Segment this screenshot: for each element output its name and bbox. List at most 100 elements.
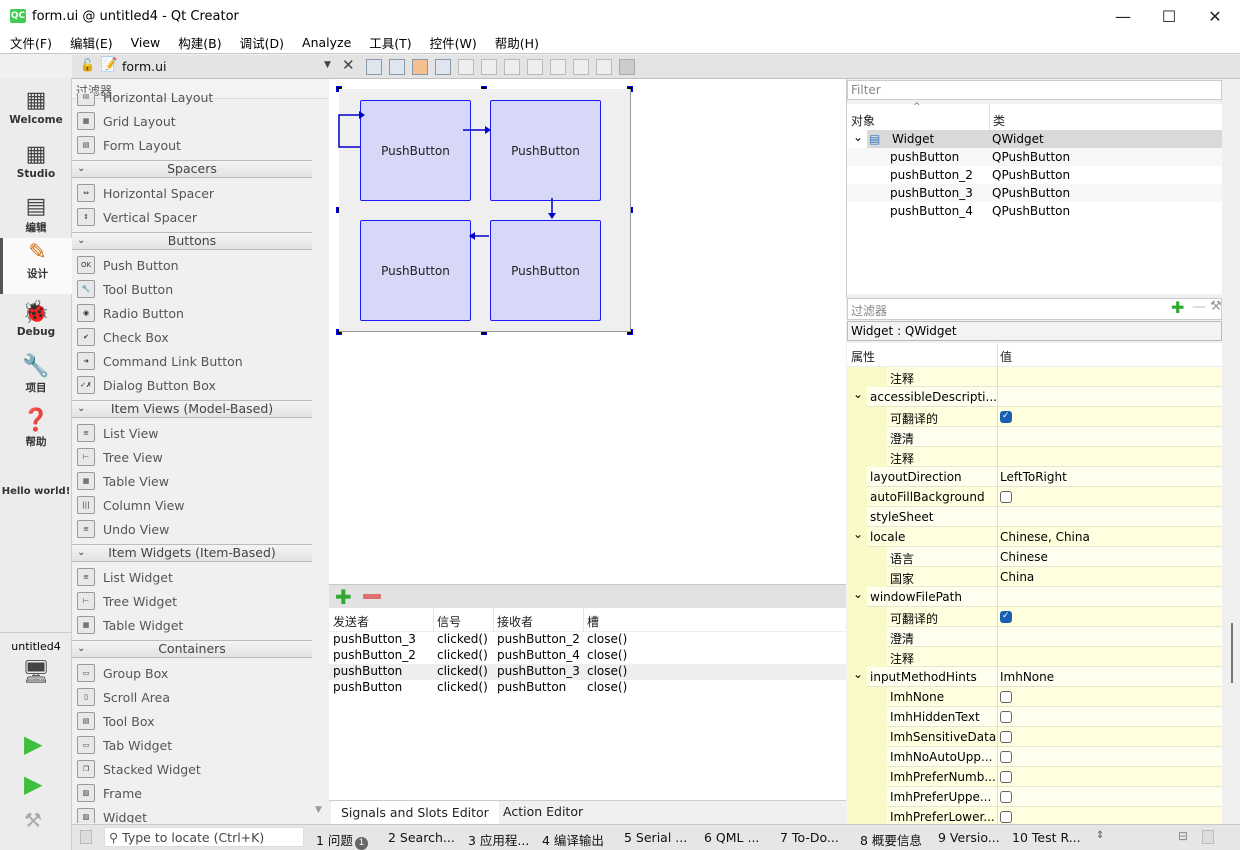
- menu-item[interactable]: 帮助(H): [485, 33, 547, 52]
- menu-item[interactable]: 构建(B): [168, 33, 229, 52]
- property-row[interactable]: ⌄ accessibleDescripti...: [847, 387, 1222, 407]
- object-row[interactable]: pushButton_2 QPushButton: [847, 166, 1222, 184]
- property-value[interactable]: Chinese, China: [1000, 530, 1090, 544]
- kit-selector-monitor-icon[interactable]: 🖥: [22, 660, 50, 685]
- remove-connection-button[interactable]: [363, 594, 381, 599]
- property-row[interactable]: layoutDirection LeftToRight: [847, 467, 1222, 487]
- mode-design[interactable]: ✎ 设计: [0, 238, 72, 294]
- output-pane-button[interactable]: 5 Serial ...: [624, 830, 687, 845]
- layout-horizontal-icon[interactable]: [458, 59, 474, 75]
- property-row[interactable]: 国家 China: [847, 567, 1222, 587]
- file-dropdown-icon[interactable]: ▼: [324, 60, 331, 70]
- run-button[interactable]: ▶: [24, 730, 42, 758]
- output-pane-button[interactable]: 9 Versio...: [938, 830, 1000, 845]
- column-header-receiver[interactable]: 接收者: [497, 613, 533, 630]
- widget-category[interactable]: ⌄ Item Widgets (Item-Based): [72, 544, 312, 562]
- connection-row[interactable]: pushButton clicked() pushButton close(): [329, 680, 846, 696]
- mode-help[interactable]: ❓ 帮助: [0, 406, 72, 458]
- property-row[interactable]: 澄清: [847, 427, 1222, 447]
- widget-item[interactable]: ✓✗ Dialog Button Box: [72, 373, 312, 397]
- column-header-class[interactable]: 类: [993, 112, 1005, 129]
- widget-item[interactable]: III Horizontal Layout: [72, 93, 312, 109]
- property-row[interactable]: ImhSensitiveData: [847, 727, 1222, 747]
- widget-item[interactable]: 🔧 Tool Button: [72, 277, 312, 301]
- chevron-down-icon[interactable]: ⌄: [853, 667, 863, 681]
- property-row[interactable]: ImhPreferLower...: [847, 807, 1222, 824]
- property-filter-input[interactable]: 过滤器 ✚ — ⚒: [847, 298, 1222, 320]
- property-row[interactable]: ⌄ windowFilePath: [847, 587, 1222, 607]
- property-row[interactable]: 澄清: [847, 627, 1222, 647]
- object-row[interactable]: pushButton_3 QPushButton: [847, 184, 1222, 202]
- property-scrollbar[interactable]: [1224, 343, 1240, 824]
- widget-item[interactable]: ❐ Stacked Widget: [72, 757, 312, 781]
- property-checkbox[interactable]: [1000, 811, 1012, 823]
- menu-item[interactable]: 工具(T): [359, 33, 419, 52]
- property-row[interactable]: ImhPreferUppe...: [847, 787, 1222, 807]
- layout-vertical-icon[interactable]: [481, 59, 497, 75]
- object-row[interactable]: ⌄ ▤ Widget QWidget: [853, 130, 1222, 148]
- tab-action-editor[interactable]: Action Editor: [493, 801, 593, 823]
- property-value[interactable]: ImhNone: [1000, 670, 1054, 684]
- minimize-button[interactable]: —: [1100, 0, 1146, 32]
- mode-welcome[interactable]: ▦ Welcome: [0, 86, 72, 138]
- layout-form-icon[interactable]: [550, 59, 566, 75]
- widget-category[interactable]: ⌄ Buttons: [72, 232, 312, 250]
- layout-v-splitter-icon[interactable]: [527, 59, 543, 75]
- column-header-value[interactable]: 值: [1000, 348, 1012, 365]
- property-checkbox[interactable]: [1000, 711, 1012, 723]
- widget-item[interactable]: ◉ Radio Button: [72, 301, 312, 325]
- property-checkbox[interactable]: [1000, 731, 1012, 743]
- scrollbar-thumb[interactable]: [1231, 623, 1233, 683]
- property-row[interactable]: styleSheet: [847, 507, 1222, 527]
- output-pane-button[interactable]: 1 问题 1: [316, 830, 368, 850]
- property-row[interactable]: ImhPreferNumb...: [847, 767, 1222, 787]
- widget-item[interactable]: ▨ Widget: [72, 805, 312, 823]
- property-row[interactable]: 注释: [847, 647, 1222, 667]
- property-row[interactable]: 语言 Chinese: [847, 547, 1222, 567]
- output-pane-button[interactable]: 7 To-Do...: [780, 830, 839, 845]
- column-header-sender[interactable]: 发送者: [333, 613, 369, 630]
- connection-row[interactable]: pushButton_3 clicked() pushButton_2 close(): [329, 632, 846, 648]
- layout-grid-icon[interactable]: [573, 59, 589, 75]
- property-row[interactable]: 可翻译的: [847, 407, 1222, 427]
- chevron-down-icon[interactable]: ⌄: [853, 587, 863, 601]
- object-row[interactable]: pushButton QPushButton: [847, 148, 1222, 166]
- chevron-down-icon[interactable]: ⌄: [853, 527, 863, 541]
- menu-item[interactable]: 控件(W): [420, 33, 485, 52]
- object-row[interactable]: pushButton_4 QPushButton: [847, 202, 1222, 220]
- property-checkbox[interactable]: [1000, 611, 1012, 623]
- object-filter-input[interactable]: Filter: [847, 80, 1222, 100]
- edit-tab-order-icon[interactable]: [435, 59, 451, 75]
- menu-item[interactable]: 文件(F): [0, 33, 60, 52]
- widget-item[interactable]: ≡ List Widget: [72, 565, 312, 589]
- property-row[interactable]: 可翻译的: [847, 607, 1222, 627]
- chevron-down-icon[interactable]: ⌄: [853, 387, 863, 401]
- file-selector[interactable]: form.ui: [122, 59, 167, 74]
- tab-signals-slots-editor[interactable]: Signals and Slots Editor: [331, 801, 499, 825]
- edit-signals-slots-icon[interactable]: [389, 59, 405, 75]
- mode-edit[interactable]: ▤ 编辑: [0, 192, 72, 244]
- property-checkbox[interactable]: [1000, 791, 1012, 803]
- property-value[interactable]: LeftToRight: [1000, 470, 1067, 484]
- output-pane-button[interactable]: 4 编译输出: [542, 830, 604, 849]
- output-pane-button[interactable]: 3 应用程...: [468, 830, 529, 849]
- widget-category[interactable]: ⌄ Spacers: [72, 160, 312, 178]
- property-row[interactable]: ImhNoAutoUpp...: [847, 747, 1222, 767]
- widget-item[interactable]: ⊢ Tree View: [72, 445, 312, 469]
- menu-item[interactable]: 编辑(E): [60, 33, 121, 52]
- mode-studio[interactable]: ▦ Studio: [0, 140, 72, 192]
- output-toggle-icon[interactable]: ⊟: [1178, 829, 1188, 843]
- column-header-property[interactable]: 属性: [851, 348, 875, 365]
- maximize-button[interactable]: ☐: [1146, 0, 1192, 32]
- property-row[interactable]: 注释: [847, 367, 1222, 387]
- locator-input[interactable]: ⚲ Type to locate (Ctrl+K): [104, 827, 304, 847]
- property-row[interactable]: ⌄ locale Chinese, China: [847, 527, 1222, 547]
- widget-item[interactable]: ▦ Grid Layout: [72, 109, 312, 133]
- widget-item[interactable]: ⇕ Vertical Spacer: [72, 205, 312, 229]
- connection-row[interactable]: pushButton_2 clicked() pushButton_4 close(): [329, 648, 846, 664]
- break-layout-icon[interactable]: [596, 59, 612, 75]
- menu-item[interactable]: 调试(D): [230, 33, 292, 52]
- widget-item[interactable]: ≡ List View: [72, 421, 312, 445]
- column-header-object[interactable]: 对象: [851, 112, 875, 129]
- widget-item[interactable]: ▨ Frame: [72, 781, 312, 805]
